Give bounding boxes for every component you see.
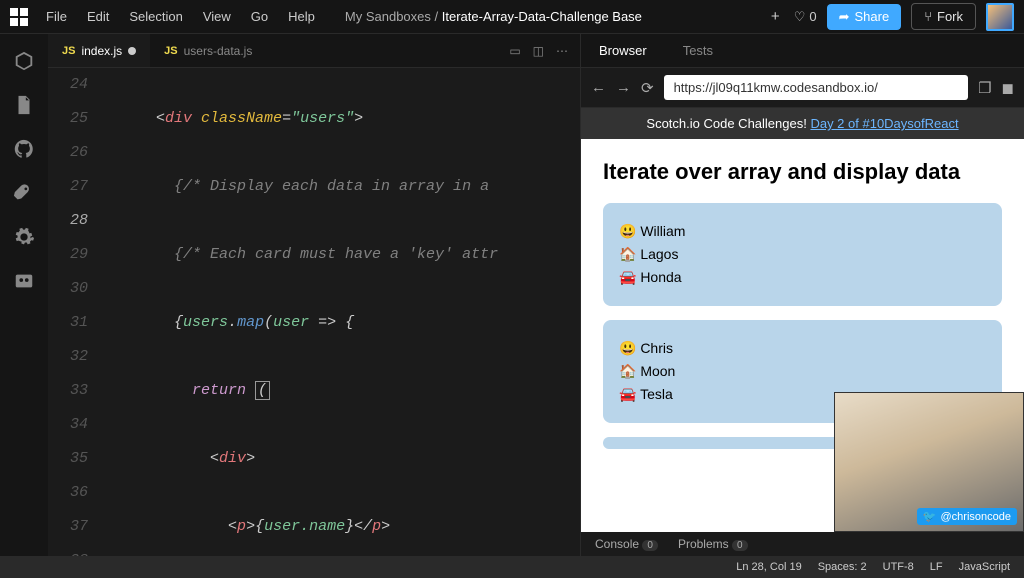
reload-icon[interactable]: ⟳ [641,79,654,97]
status-encoding[interactable]: UTF-8 [883,561,914,573]
status-spaces[interactable]: Spaces: 2 [818,561,867,573]
square-icon[interactable]: ◼ [1002,79,1014,97]
status-language[interactable]: JavaScript [959,561,1010,573]
menu-selection[interactable]: Selection [129,9,182,24]
code-lines[interactable]: <div className="users"> {/* Display each… [102,68,580,556]
problems-tab[interactable]: Problems 0 [678,537,748,551]
dirty-indicator [128,47,136,55]
twitter-icon: 🐦 [923,510,937,523]
line-gutter: 242526272829303132333435363738 [48,68,102,556]
menu-edit[interactable]: Edit [87,9,109,24]
layout-icon[interactable]: ▭ [509,44,520,58]
new-window-icon[interactable]: ❐ [978,79,991,97]
heart-icon: ♡ [794,9,806,25]
url-input[interactable]: https://jl09q11kmw.codesandbox.io/ [664,75,969,100]
file-icon[interactable] [13,94,35,116]
menu-view[interactable]: View [203,9,231,24]
split-icon[interactable]: ◫ [533,44,544,58]
plus-icon[interactable]: + [767,4,784,29]
avatar[interactable] [986,3,1014,31]
more-icon[interactable]: ⋯ [556,44,568,58]
tab-index-js[interactable]: JSindex.js [48,34,150,67]
likes-count[interactable]: ♡0 [794,9,817,25]
js-icon: JS [164,45,177,57]
webcam-overlay: 🐦@chrisoncode [834,392,1024,532]
promo-banner: Scotch.io Code Challenges! Day 2 of #10D… [581,108,1024,139]
live-icon[interactable] [13,270,35,292]
forward-icon[interactable]: → [616,79,631,96]
share-button[interactable]: ➦Share [827,4,902,30]
code-editor[interactable]: 242526272829303132333435363738 <div clas… [48,68,580,556]
share-icon: ➦ [839,9,850,25]
status-cursor-pos[interactable]: Ln 28, Col 19 [736,561,801,573]
gear-icon[interactable] [13,226,35,248]
menu-file[interactable]: File [46,9,67,24]
breadcrumb[interactable]: My Sandboxes / Iterate-Array-Data-Challe… [345,9,642,24]
app-logo[interactable] [10,8,28,26]
tab-tests[interactable]: Tests [665,34,731,67]
tab-browser[interactable]: Browser [581,34,665,67]
menu-help[interactable]: Help [288,9,315,24]
back-icon[interactable]: ← [591,79,606,96]
user-card: 😃 William🏠 Lagos🚘 Honda [603,203,1002,306]
fork-icon: ⑂ [924,9,932,24]
menu-go[interactable]: Go [251,9,268,24]
fork-button[interactable]: ⑂Fork [911,3,976,30]
github-icon[interactable] [13,138,35,160]
rocket-icon[interactable] [13,182,35,204]
banner-link[interactable]: Day 2 of #10DaysofReact [810,116,958,131]
status-eol[interactable]: LF [930,561,943,573]
cube-icon[interactable] [13,50,35,72]
tab-users-data-js[interactable]: JSusers-data.js [150,34,266,67]
js-icon: JS [62,45,75,57]
preview-frame: Iterate over array and display data 😃 Wi… [581,139,1024,532]
twitter-badge: 🐦@chrisoncode [917,508,1017,525]
page-title: Iterate over array and display data [603,159,1002,185]
console-tab[interactable]: Console 0 [595,537,658,551]
